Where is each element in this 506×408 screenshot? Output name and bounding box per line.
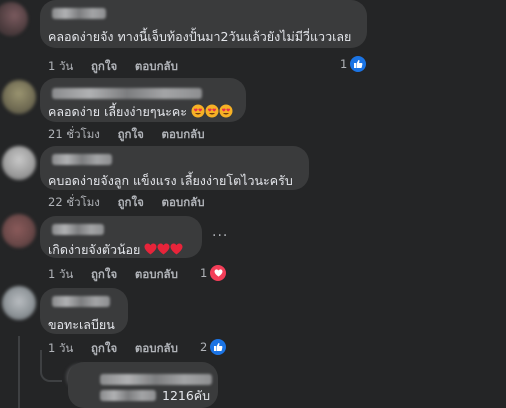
like-button[interactable]: ถูกใจ [91, 341, 117, 355]
more-options-icon[interactable]: ··· [212, 228, 228, 244]
like-button[interactable]: ถูกใจ [118, 195, 144, 209]
reaction-summary[interactable]: 1 [200, 264, 228, 282]
comment-text-content: คลอดง่าย เลี้ยงง่ายๆนะคะ [48, 104, 187, 119]
reply-bubble[interactable]: 1216คับ [68, 362, 218, 408]
reply-button[interactable]: ตอบกลับ [135, 267, 178, 281]
avatar[interactable] [2, 214, 36, 248]
comment-1: คลอดง่ายจัง ทางนี้เจ็บท้องปั้นมา2วันแล้ว… [0, 0, 506, 78]
like-button[interactable]: ถูกใจ [118, 127, 144, 141]
commenter-name-blurred[interactable] [52, 296, 110, 307]
reply-connector-line [40, 350, 62, 382]
comment-5: ขอทะเลบียน 1 วัน ถูกใจ ตอบกลับ 2 [0, 286, 506, 356]
reaction-summary[interactable]: 1 [340, 55, 368, 73]
like-button[interactable]: ถูกใจ [91, 267, 117, 281]
reply-text-blurred [100, 390, 156, 401]
comment-actions: 1 วัน ถูกใจ ตอบกลับ [48, 58, 192, 76]
commenter-name-blurred[interactable] [52, 88, 202, 99]
red-heart-icon [157, 243, 170, 258]
comment-2: คลอดง่าย เลี้ยงง่ายๆนะคะ 21 ชั่วโมง ถูกใ… [0, 78, 506, 146]
comment-bubble: คลอดง่าย เลี้ยงง่ายๆนะคะ [40, 78, 246, 122]
comment-text: เกิดง่ายจังตัวน้อย [48, 240, 183, 260]
reply-thread-line [18, 336, 20, 408]
comment-actions: 21 ชั่วโมง ถูกใจ ตอบกลับ [48, 126, 219, 144]
red-heart-icon [144, 243, 157, 258]
avatar[interactable] [2, 286, 36, 320]
comment-bubble: คลอดง่ายจัง ทางนี้เจ็บท้องปั้นมา2วันแล้ว… [40, 0, 367, 48]
avatar[interactable] [0, 2, 28, 36]
comment-time[interactable]: 22 ชั่วโมง [48, 195, 100, 209]
comment-bubble: ขอทะเลบียน [40, 288, 128, 334]
comment-time[interactable]: 1 วัน [48, 59, 73, 73]
comment-time[interactable]: 21 ชั่วโมง [48, 127, 100, 141]
reaction-count: 1 [340, 57, 348, 71]
comment-4: เกิดง่ายจังตัวน้อย ··· 1 วัน ถูกใจ ตอบกล… [0, 214, 506, 286]
heart-eyes-emoji-icon [191, 104, 205, 121]
avatar[interactable] [2, 80, 36, 114]
commenter-name-blurred[interactable] [52, 224, 104, 235]
comment-text: คบอดง่ายจังลูก แข็งแรง เลี้ยงง่ายโตไวนะค… [48, 173, 293, 188]
reaction-count: 2 [200, 340, 208, 354]
heart-eyes-emoji-icon [219, 104, 233, 121]
comment-bubble: คบอดง่ายจังลูก แข็งแรง เลี้ยงง่ายโตไวนะค… [40, 146, 309, 190]
reaction-summary[interactable]: 2 [200, 338, 228, 356]
comment-3: คบอดง่ายจังลูก แข็งแรง เลี้ยงง่ายโตไวนะค… [0, 146, 506, 214]
reply-button[interactable]: ตอบกลับ [135, 59, 178, 73]
comment-actions: 1 วัน ถูกใจ ตอบกลับ [48, 266, 192, 284]
reply-text: 1216คับ [162, 388, 211, 403]
like-button[interactable]: ถูกใจ [91, 59, 117, 73]
thumbs-up-icon [349, 55, 368, 73]
reply-button[interactable]: ตอบกลับ [162, 127, 205, 141]
reply-name-blurred[interactable] [100, 374, 212, 385]
comment-actions: 22 ชั่วโมง ถูกใจ ตอบกลับ [48, 194, 219, 212]
comment-text: คลอดง่ายจัง ทางนี้เจ็บท้องปั้นมา2วันแล้ว… [48, 29, 352, 44]
avatar[interactable] [2, 146, 36, 180]
reaction-count: 1 [200, 266, 208, 280]
reply-button[interactable]: ตอบกลับ [162, 195, 205, 209]
comment-bubble: เกิดง่ายจังตัวน้อย [40, 216, 202, 258]
comment-actions: 1 วัน ถูกใจ ตอบกลับ [48, 340, 192, 358]
heart-eyes-emoji-icon [205, 104, 219, 121]
commenter-name-blurred[interactable] [52, 8, 106, 19]
comment-text: ขอทะเลบียน [48, 317, 115, 332]
love-reaction-icon [209, 264, 228, 282]
red-heart-icon [170, 243, 183, 258]
thumbs-up-icon [209, 338, 228, 356]
reply-button[interactable]: ตอบกลับ [135, 341, 178, 355]
comment-text: คลอดง่าย เลี้ยงง่ายๆนะคะ [48, 102, 233, 122]
commenter-name-blurred[interactable] [52, 154, 112, 165]
comment-text-content: เกิดง่ายจังตัวน้อย [48, 242, 141, 257]
comment-time[interactable]: 1 วัน [48, 267, 73, 281]
